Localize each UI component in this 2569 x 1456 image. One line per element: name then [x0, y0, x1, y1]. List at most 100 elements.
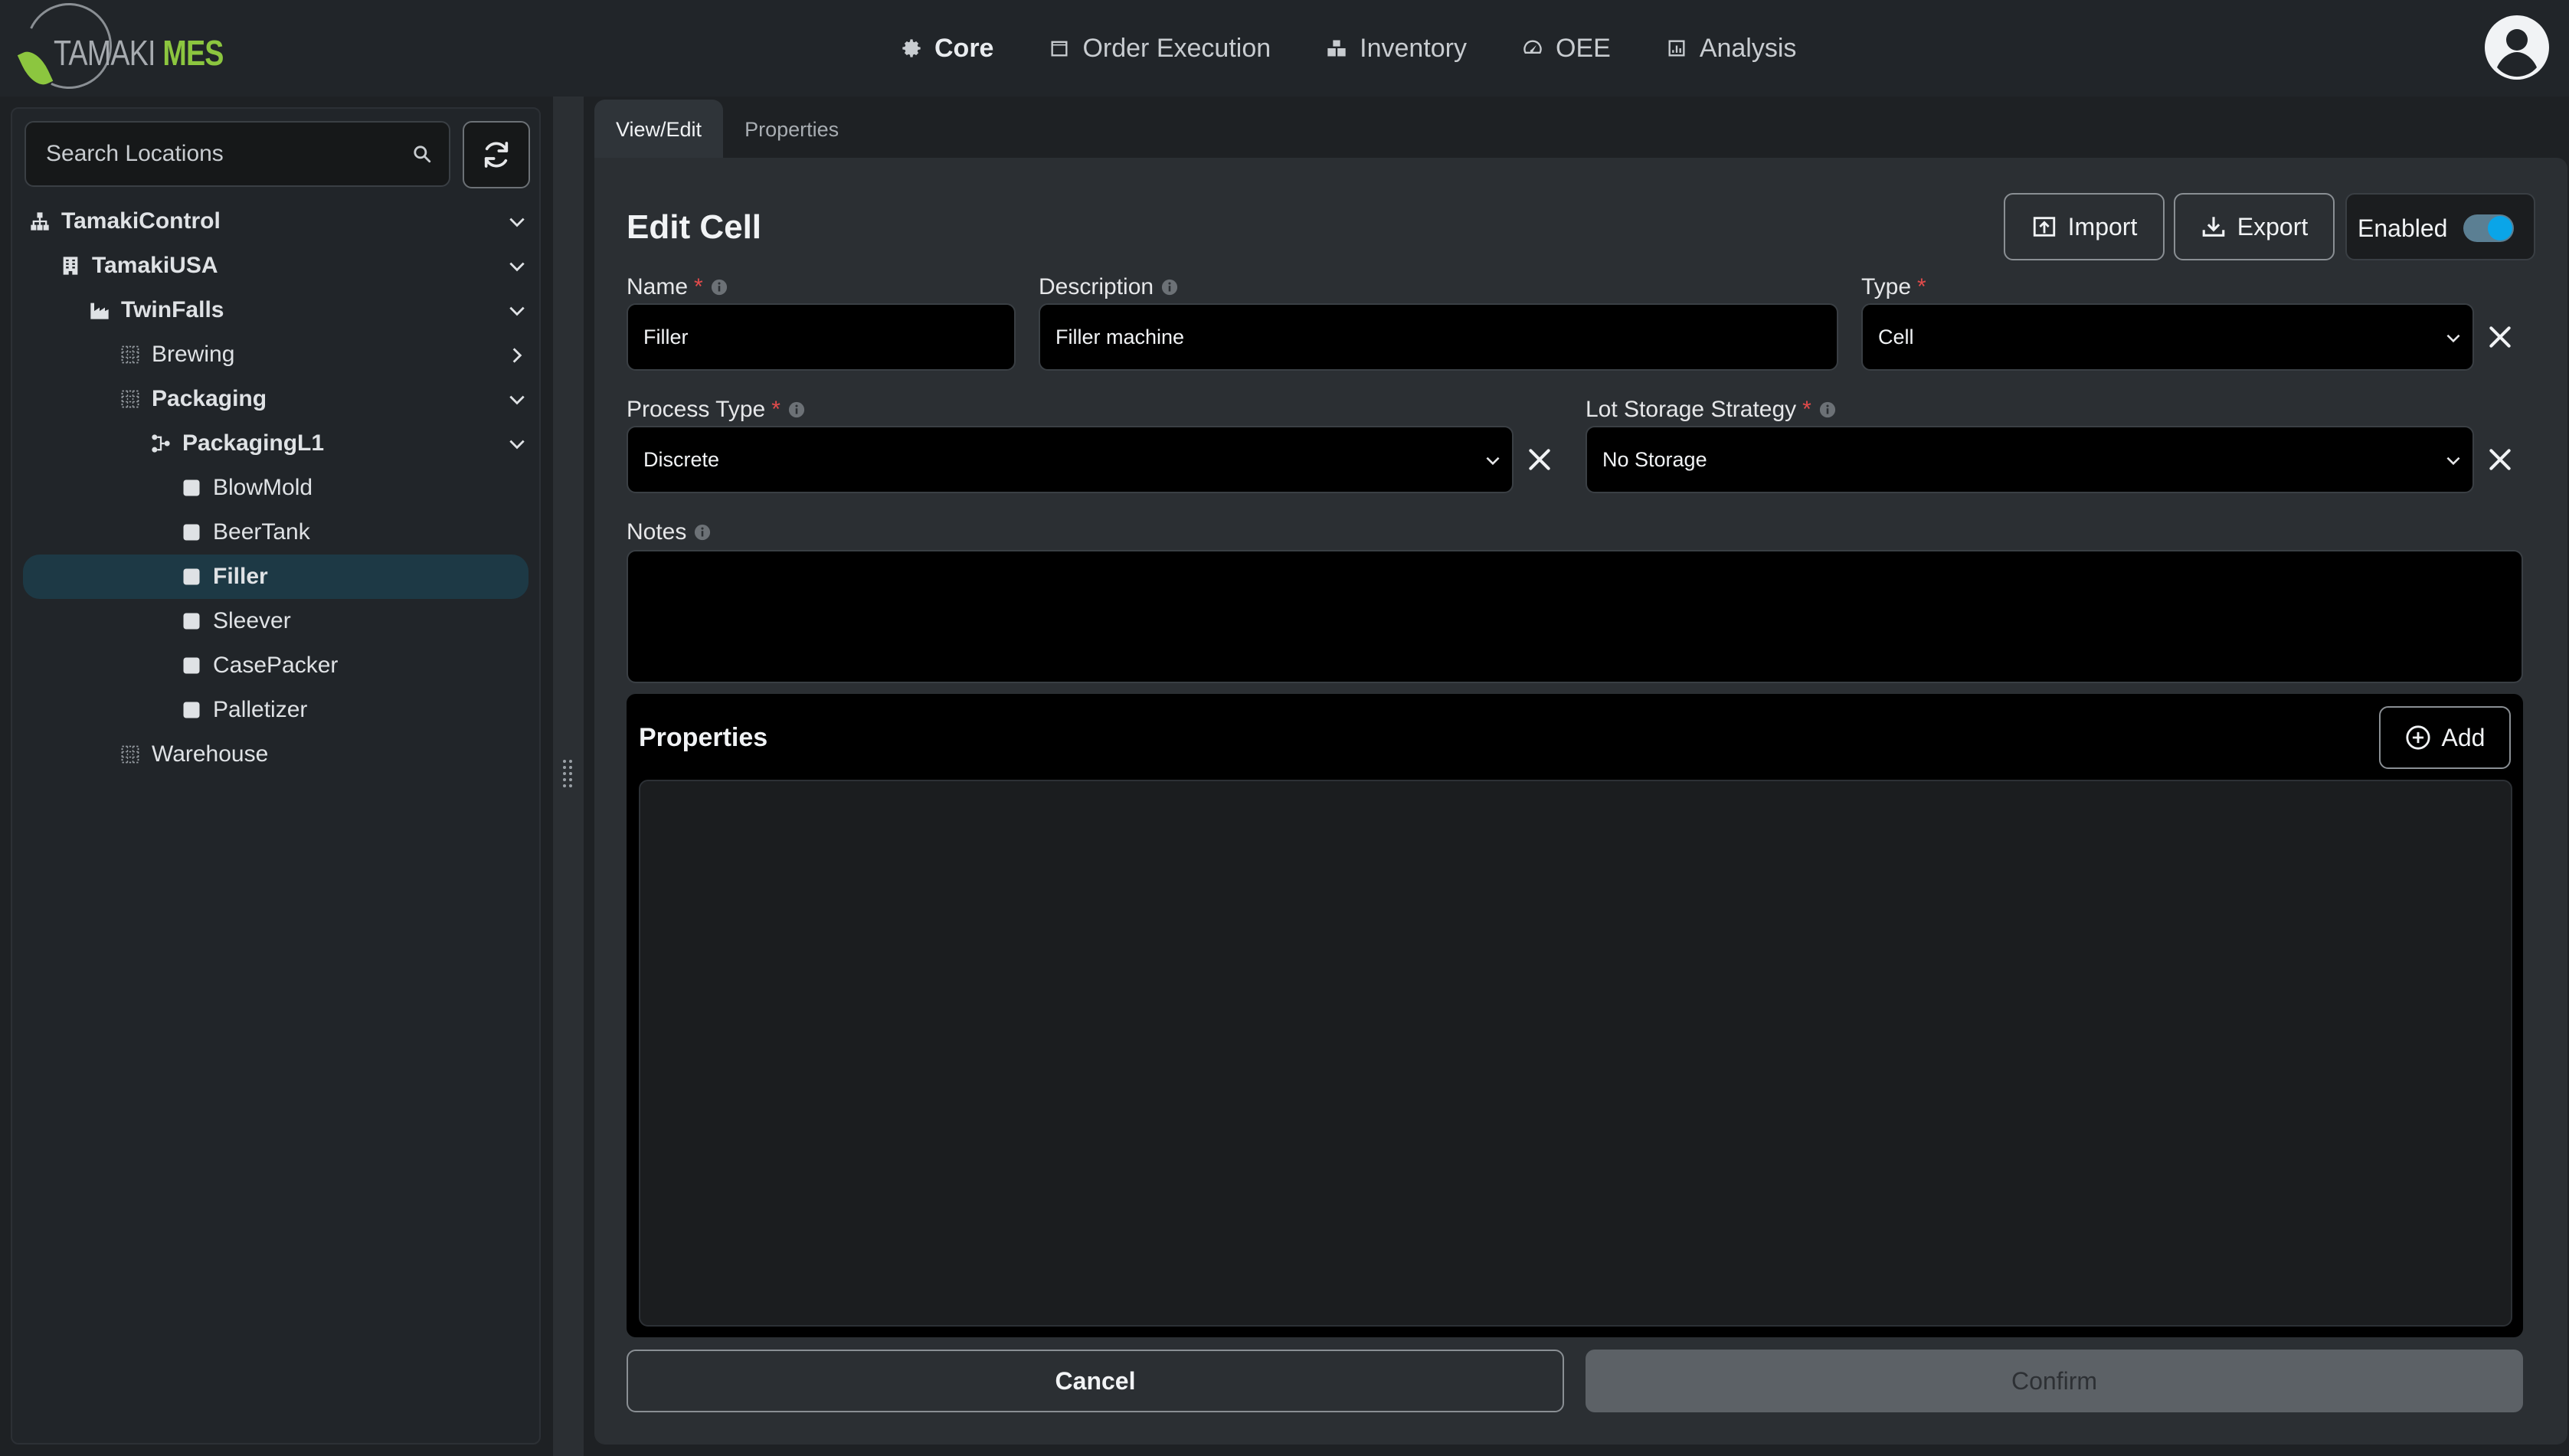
- tree-item-casepacker[interactable]: CasePacker: [12, 643, 539, 688]
- tab-properties[interactable]: Properties: [723, 100, 860, 159]
- name-field[interactable]: Filler: [627, 303, 1016, 371]
- tree-item-label: Brewing: [152, 342, 235, 367]
- description-field[interactable]: Filler machine: [1039, 303, 1838, 371]
- tree-item-label: CasePacker: [213, 653, 339, 678]
- tree-item-packagingl1[interactable]: PackagingL1: [12, 421, 539, 466]
- tree-item-warehouse[interactable]: Warehouse: [12, 732, 539, 777]
- grid-icon: [121, 745, 139, 764]
- add-label: Add: [2441, 723, 2486, 751]
- search-icon[interactable]: [412, 144, 432, 164]
- lot-storage-select[interactable]: No Storage: [1586, 426, 2474, 493]
- tree-item-packaging[interactable]: Packaging: [12, 377, 539, 421]
- nav-order-execution-label: Order Execution: [1082, 33, 1271, 63]
- tree-item-brewing[interactable]: Brewing: [12, 332, 539, 377]
- chevron-down-icon[interactable]: [507, 434, 527, 454]
- sitemap-icon: [31, 212, 49, 231]
- chevron-down-icon: [1486, 456, 1500, 466]
- name-label-text: Name: [627, 274, 689, 299]
- cell-icon: [183, 613, 200, 630]
- drag-handle-icon[interactable]: [561, 758, 574, 792]
- info-icon[interactable]: [1819, 401, 1836, 418]
- cell-icon: [183, 702, 200, 718]
- plus-circle-icon: [2405, 725, 2430, 750]
- name-label: Name *: [627, 274, 728, 300]
- clear-process-type-icon[interactable]: [1524, 444, 1555, 475]
- clear-lot-storage-icon[interactable]: [2485, 444, 2515, 475]
- tree-item-beertank[interactable]: BeerTank: [12, 510, 539, 555]
- edit-tabs: View/Edit Properties: [594, 100, 860, 159]
- description-label: Description: [1039, 274, 1178, 300]
- nav-core[interactable]: Core: [901, 34, 993, 64]
- info-icon[interactable]: [788, 401, 805, 418]
- chevron-right-icon[interactable]: [507, 345, 527, 365]
- gauge-icon: [1523, 40, 1542, 54]
- nav-oee[interactable]: OEE: [1522, 34, 1611, 64]
- tree-item-label: TamakiUSA: [92, 253, 218, 278]
- chart-icon: [1668, 40, 1685, 57]
- nav-analysis[interactable]: Analysis: [1666, 34, 1796, 64]
- tree-item-tamakiusa[interactable]: TamakiUSA: [12, 244, 539, 288]
- lot-storage-label: Lot Storage Strategy *: [1586, 397, 1836, 423]
- building-icon: [63, 257, 78, 275]
- line-icon: [152, 434, 170, 453]
- tree-item-label: BlowMold: [213, 475, 313, 500]
- tab-view-edit[interactable]: View/Edit: [594, 100, 724, 159]
- tree-item-filler[interactable]: Filler: [23, 555, 529, 599]
- export-button[interactable]: Export: [2174, 193, 2335, 260]
- info-icon[interactable]: [694, 524, 711, 541]
- user-avatar-icon[interactable]: [2485, 15, 2549, 80]
- import-button[interactable]: Import: [2004, 193, 2165, 260]
- process-type-label-text: Process Type: [627, 397, 766, 422]
- tree-item-palletizer[interactable]: Palletizer: [12, 688, 539, 732]
- notes-label-text: Notes: [627, 519, 687, 545]
- import-label: Import: [2067, 212, 2138, 240]
- calendar-icon: [1051, 41, 1068, 57]
- info-icon[interactable]: [1161, 279, 1178, 296]
- lot-storage-value: No Storage: [1602, 447, 1707, 471]
- import-icon: [2033, 217, 2055, 237]
- process-type-select[interactable]: Discrete: [627, 426, 1514, 493]
- add-property-button[interactable]: Add: [2379, 706, 2511, 769]
- nav-oee-label: OEE: [1556, 33, 1611, 63]
- type-select[interactable]: Cell: [1861, 303, 2474, 371]
- logo-text: TAMAKI MES: [54, 32, 224, 74]
- required-mark: *: [694, 274, 703, 299]
- required-mark: *: [1917, 274, 1926, 299]
- name-value: Filler: [643, 325, 689, 348]
- confirm-button[interactable]: Confirm: [1586, 1350, 2523, 1412]
- nav-inventory[interactable]: Inventory: [1326, 34, 1467, 64]
- refresh-button[interactable]: [463, 121, 530, 188]
- factory-icon: [90, 303, 109, 319]
- notes-textarea[interactable]: [627, 550, 2523, 683]
- logo-text-mes: MES: [162, 33, 224, 73]
- enabled-toggle[interactable]: [2463, 214, 2514, 242]
- tamaki-mes-logo[interactable]: TAMAKI MES: [14, 0, 224, 101]
- page-title: Edit Cell: [627, 208, 762, 246]
- cell-icon: [183, 479, 200, 496]
- chevron-down-icon[interactable]: [507, 301, 527, 321]
- tree-item-blowmold[interactable]: BlowMold: [12, 466, 539, 510]
- info-icon[interactable]: [711, 279, 728, 296]
- required-mark: *: [1802, 397, 1811, 422]
- chevron-down-icon[interactable]: [507, 390, 527, 410]
- search-box: [25, 121, 450, 187]
- cell-icon: [183, 524, 200, 541]
- tree-item-sleever[interactable]: Sleever: [12, 599, 539, 643]
- tree-item-tamakicontrol[interactable]: TamakiControl: [12, 199, 539, 244]
- gear-icon: [902, 39, 921, 57]
- cancel-button[interactable]: Cancel: [627, 1350, 1564, 1412]
- tree-item-twinfalls[interactable]: TwinFalls: [12, 288, 539, 332]
- logo-text-tamaki: TAMAKI: [54, 33, 156, 73]
- tree-item-label: PackagingL1: [182, 430, 325, 456]
- search-locations-input[interactable]: [46, 123, 406, 185]
- chevron-down-icon: [2446, 456, 2460, 466]
- tree-item-label: Packaging: [152, 386, 267, 411]
- location-tree: TamakiControl TamakiUSA TwinFalls Brewin…: [12, 199, 539, 777]
- chevron-down-icon[interactable]: [507, 212, 527, 232]
- clear-type-icon[interactable]: [2485, 322, 2515, 352]
- nav-order-execution[interactable]: Order Execution: [1049, 34, 1271, 64]
- chevron-down-icon: [2446, 334, 2460, 343]
- notes-label: Notes: [627, 519, 711, 545]
- nav-inventory-label: Inventory: [1360, 33, 1467, 63]
- chevron-down-icon[interactable]: [507, 257, 527, 276]
